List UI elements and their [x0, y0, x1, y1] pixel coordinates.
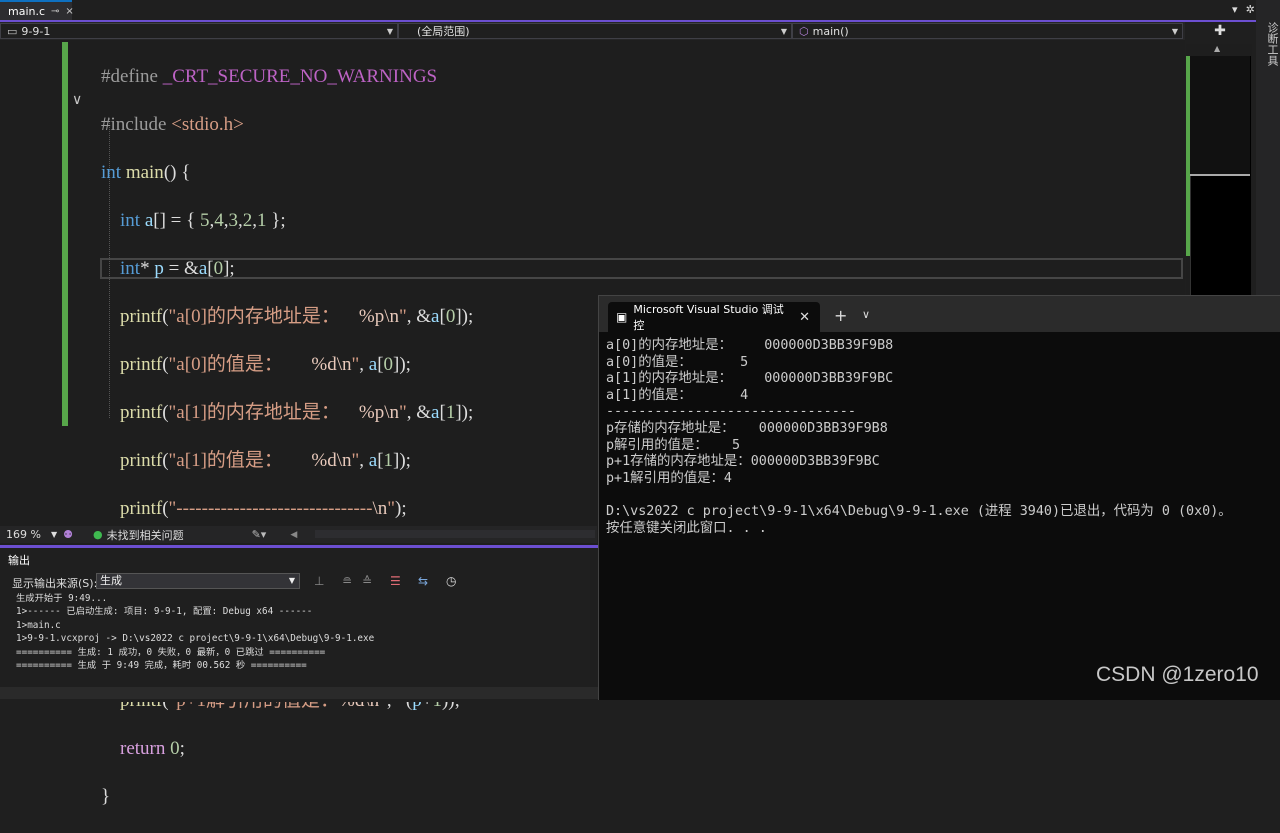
output-line: 1>------ 已启动生成: 项目: 9-9-1, 配置: Debug x64… [16, 606, 313, 618]
scope-dropdown[interactable]: (全局范围) ▼ [398, 23, 792, 39]
code-line-10: printf("-------------------------------\… [120, 498, 407, 519]
console-line: a[0]的值是： 5 [606, 354, 749, 370]
zoom-level[interactable]: 169 % [6, 528, 41, 541]
close-icon[interactable]: × [65, 6, 73, 17]
watermark: CSDN @1zero10 [1096, 663, 1259, 686]
navigation-bar: ▭ 9-9-1 ▼ (全局范围) ▼ ⬡ main() ▼ [0, 22, 1185, 40]
output-source-dropdown[interactable]: 生成 ▼ [96, 573, 300, 589]
fold-chevron-icon[interactable]: ∨ [72, 92, 82, 108]
console-line: p解引用的值是： 5 [606, 437, 741, 453]
project-name: 9-9-1 [21, 24, 51, 38]
prev-message-icon[interactable]: ≘ [342, 574, 352, 588]
console-line: a[1]的内存地址是： 000000D3BB39F9BC [606, 371, 894, 387]
output-title: 输出 [8, 554, 30, 567]
horizontal-scrollbar[interactable] [315, 530, 595, 538]
code-line-9: printf("a[1]的值是： %d\n", a[1]); [120, 450, 411, 471]
output-line: 生成开始于 9:49... [16, 593, 108, 604]
output-line: 1>9-9-1.vcxproj -> D:\vs2022 c project\9… [16, 633, 375, 645]
new-tab-icon[interactable]: + [834, 306, 847, 325]
output-horizontal-scrollbar[interactable] [0, 687, 598, 699]
code-line-6: printf("a[0]的内存地址是： %p\n", &a[0]); [120, 306, 474, 327]
scroll-up-icon[interactable]: ▲ [1214, 44, 1220, 53]
console-line: 按任意键关闭此窗口. . . [606, 520, 767, 536]
console-line: ------------------------------- [606, 404, 856, 420]
document-tab-strip [0, 0, 1280, 22]
brush-icon[interactable]: ✎▾ [252, 528, 267, 541]
tab-title: main.c [8, 4, 46, 18]
issues-status[interactable]: 未找到相关问题 [107, 527, 184, 543]
code-line-7: printf("a[0]的值是： %d\n", a[0]); [120, 354, 411, 375]
code-line-1: #define _CRT_SECURE_NO_WARNINGS [101, 66, 438, 87]
minimap-viewport[interactable] [1190, 56, 1250, 176]
chevron-down-icon[interactable]: ▼ [51, 530, 57, 539]
console-line: p+1解引用的值是：4 [606, 470, 732, 486]
pin-icon[interactable]: ⊸ [51, 6, 59, 17]
copilot-icon[interactable]: ⚉ [63, 528, 73, 541]
code-line-8: printf("a[1]的内存地址是： %p\n", &a[1]); [120, 402, 474, 423]
output-line: ========== 生成: 1 成功，0 失败，0 最新，0 已跳过 ====… [16, 646, 326, 658]
code-line-5: int* p = &a[0]; [120, 258, 235, 279]
console-line: p+1存储的内存地址是：000000D3BB39F9BC [606, 454, 880, 470]
code-lines: #define _CRT_SECURE_NO_WARNINGS #include… [101, 41, 476, 833]
check-circle-icon: ● [92, 528, 103, 541]
code-line-2: #include <stdio.h> [101, 114, 244, 135]
console-line: p存储的内存地址是： 000000D3BB39F9B8 [606, 420, 888, 436]
project-icon: ▭ [7, 24, 18, 38]
code-line-16: } [101, 786, 111, 807]
next-message-icon[interactable]: ≙ [362, 574, 372, 588]
clock-icon[interactable]: ◷ [446, 574, 456, 588]
output-source-label: 显示输出来源(S): [12, 577, 98, 590]
console-tab-title: Microsoft Visual Studio 调试控 [633, 303, 784, 332]
split-window-icon[interactable]: ✚ [1187, 22, 1253, 40]
function-name: main() [812, 24, 849, 38]
diagnostic-tools-tab[interactable]: 诊断工具 [1256, 0, 1280, 300]
chevron-down-icon[interactable]: ▾ [1232, 3, 1238, 16]
console-line: D:\vs2022 c project\9-9-1\x64\Debug\9-9-… [606, 503, 1232, 519]
gear-icon[interactable]: ✲ [1246, 3, 1255, 16]
function-dropdown[interactable]: ⬡ main() ▼ [792, 23, 1183, 39]
change-tracking-bar [62, 42, 68, 426]
word-wrap-icon[interactable]: ⇆ [418, 574, 428, 588]
chevron-down-icon[interactable]: ∨ [862, 308, 870, 321]
close-icon[interactable]: ✕ [799, 310, 810, 325]
output-source-value: 生成 [100, 574, 122, 587]
chevron-down-icon: ▼ [1171, 26, 1178, 36]
console-output: a[0]的内存地址是： 000000D3BB39F9B8 a[0]的值是： 5 a[… [606, 338, 1232, 537]
scope-name: (全局范围) [417, 25, 470, 38]
chevron-down-icon: ▼ [386, 26, 393, 36]
code-line-4: int a[] = { 5,4,3,2,1 }; [120, 210, 286, 231]
cube-icon: ⬡ [799, 24, 809, 38]
scroll-left-icon[interactable]: ◀ [290, 530, 297, 540]
output-line: 1>main.c [16, 619, 61, 631]
minimap-change-bar [1186, 56, 1190, 256]
console-line: a[0]的内存地址是： 000000D3BB39F9B8 [606, 338, 894, 353]
code-line-3: int main() { [101, 162, 191, 183]
console-tab[interactable]: ▣ Microsoft Visual Studio 调试控 ✕ [608, 302, 820, 332]
output-line: ========== 生成 于 9:49 完成，耗时 00.562 秒 ====… [16, 660, 307, 672]
clear-all-icon[interactable]: ☰ [390, 574, 401, 588]
tab-main-c[interactable]: main.c ⊸ × [0, 0, 74, 20]
code-line-15: return 0; [120, 738, 185, 759]
terminal-icon: ▣ [616, 310, 628, 324]
chevron-down-icon: ▼ [288, 576, 295, 585]
project-dropdown[interactable]: ▭ 9-9-1 ▼ [0, 23, 398, 39]
output-text: 生成开始于 9:49... 1>------ 已启动生成: 项目: 9-9-1, … [16, 592, 374, 672]
find-message-icon[interactable]: ⊥ [314, 574, 324, 588]
chevron-down-icon: ▼ [780, 26, 787, 36]
console-line: a[1]的值是： 4 [606, 387, 749, 403]
